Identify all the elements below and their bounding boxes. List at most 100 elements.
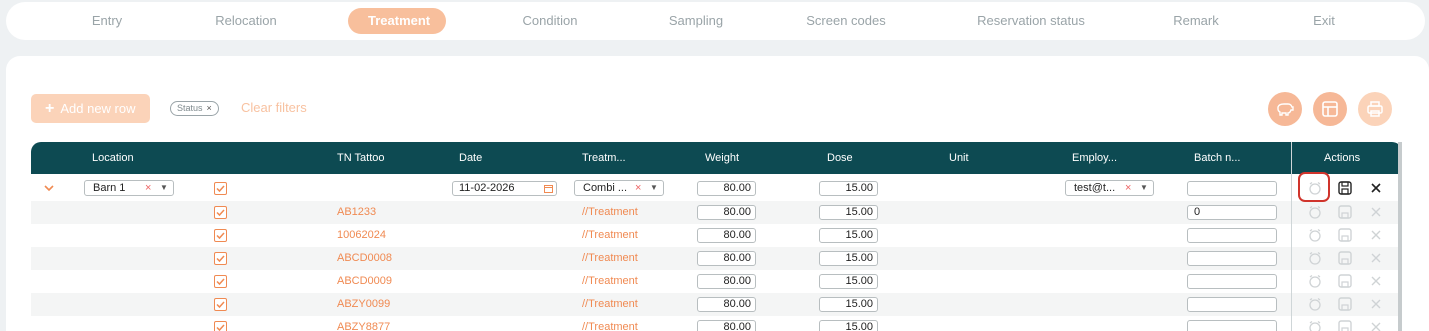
batch-input[interactable] [1187, 181, 1277, 196]
save-icon[interactable] [1338, 274, 1352, 288]
save-icon[interactable] [1338, 297, 1352, 311]
add-new-row-button[interactable]: + Add new row [31, 94, 150, 123]
close-icon[interactable] [1369, 297, 1383, 311]
close-icon[interactable] [1369, 205, 1383, 219]
table-row[interactable]: AB1233 //Treatment 80.00 15.00 0 [31, 201, 1402, 224]
close-icon[interactable] [1369, 320, 1383, 331]
treatment-link[interactable]: //Treatment [582, 270, 638, 293]
tab-reservation-status[interactable]: Reservation status [966, 8, 1096, 34]
chevron-down-icon[interactable]: ▼ [1140, 181, 1148, 195]
clear-filters-link[interactable]: Clear filters [241, 100, 307, 115]
tattoo-link[interactable]: ABCD0009 [337, 270, 392, 293]
treatment-link[interactable]: //Treatment [582, 247, 638, 270]
remove-filter-icon[interactable]: × [207, 103, 212, 113]
tattoo-link[interactable]: ABZY8877 [337, 316, 390, 331]
treatment-link[interactable]: //Treatment [582, 201, 638, 224]
vertical-scrollbar[interactable] [1398, 142, 1402, 331]
layout-button[interactable] [1313, 92, 1347, 126]
row-checkbox[interactable] [214, 206, 227, 219]
dose-input[interactable]: 15.00 [819, 205, 878, 220]
table-row[interactable]: ABZY0099 //Treatment 80.00 15.00 [31, 293, 1402, 316]
col-unit[interactable]: Unit [949, 142, 969, 174]
chevron-down-icon[interactable] [43, 182, 55, 194]
row-checkbox[interactable] [214, 229, 227, 242]
alarm-clock-icon[interactable] [1308, 274, 1322, 288]
col-treatment[interactable]: Treatm... [582, 142, 626, 174]
row-checkbox[interactable] [214, 252, 227, 265]
dose-input[interactable]: 15.00 [819, 274, 878, 289]
tab-sampling[interactable]: Sampling [656, 8, 736, 34]
close-icon[interactable] [1369, 251, 1383, 265]
row-checkbox[interactable] [214, 275, 227, 288]
alarm-clock-icon[interactable] [1308, 320, 1322, 331]
dose-input[interactable]: 15.00 [819, 181, 878, 196]
tab-condition[interactable]: Condition [510, 8, 590, 34]
alarm-clock-icon[interactable] [1308, 205, 1322, 219]
weight-input[interactable]: 80.00 [697, 181, 756, 196]
tattoo-link[interactable]: ABZY0099 [337, 293, 390, 316]
treatment-link[interactable]: //Treatment [582, 293, 638, 316]
close-icon[interactable] [1369, 181, 1383, 195]
dose-input[interactable]: 15.00 [819, 228, 878, 243]
alarm-clock-icon[interactable] [1308, 228, 1322, 242]
treatment-link[interactable]: //Treatment [582, 224, 638, 247]
clear-icon[interactable]: × [145, 181, 151, 195]
weight-input[interactable]: 80.00 [697, 205, 756, 220]
col-tn-tattoo[interactable]: TN Tattoo [337, 142, 385, 174]
dose-input[interactable]: 15.00 [819, 320, 878, 331]
pig-view-button[interactable] [1268, 92, 1302, 126]
alarm-clock-icon[interactable] [1308, 251, 1322, 265]
weight-input[interactable]: 80.00 [697, 274, 756, 289]
tattoo-link[interactable]: 10062024 [337, 224, 386, 247]
dose-input[interactable]: 15.00 [819, 297, 878, 312]
alarm-clock-icon[interactable] [1308, 297, 1322, 311]
save-icon[interactable] [1338, 251, 1352, 265]
clear-icon[interactable]: × [635, 181, 641, 195]
calendar-icon[interactable] [544, 184, 553, 193]
tab-exit[interactable]: Exit [1304, 8, 1344, 34]
weight-input[interactable]: 80.00 [697, 228, 756, 243]
save-icon[interactable] [1338, 205, 1352, 219]
save-icon[interactable] [1338, 181, 1352, 195]
table-row[interactable]: ABCD0009 //Treatment 80.00 15.00 [31, 270, 1402, 293]
weight-input[interactable]: 80.00 [697, 251, 756, 266]
tattoo-link[interactable]: AB1233 [337, 201, 376, 224]
tab-entry[interactable]: Entry [77, 8, 137, 34]
print-button[interactable] [1358, 92, 1392, 126]
table-row[interactable]: ABZY8877 //Treatment 80.00 15.00 [31, 316, 1402, 331]
chevron-down-icon[interactable]: ▼ [160, 181, 168, 195]
batch-input[interactable] [1187, 228, 1277, 243]
batch-input[interactable] [1187, 320, 1277, 331]
row-checkbox[interactable] [214, 182, 227, 195]
dose-input[interactable]: 15.00 [819, 251, 878, 266]
col-batch[interactable]: Batch n... [1194, 142, 1240, 174]
col-location[interactable]: Location [92, 142, 134, 174]
tattoo-link[interactable]: ABCD0008 [337, 247, 392, 270]
tab-relocation[interactable]: Relocation [206, 8, 286, 34]
table-row[interactable]: ABCD0008 //Treatment 80.00 15.00 [31, 247, 1402, 270]
close-icon[interactable] [1369, 228, 1383, 242]
weight-input[interactable]: 80.00 [697, 297, 756, 312]
treatment-link[interactable]: //Treatment [582, 316, 638, 331]
status-filter-chip[interactable]: Status × [170, 101, 219, 116]
clear-icon[interactable]: × [1125, 181, 1131, 195]
location-select[interactable]: Barn 1 × ▼ [84, 180, 174, 196]
batch-input[interactable] [1187, 251, 1277, 266]
close-icon[interactable] [1369, 274, 1383, 288]
tab-remark[interactable]: Remark [1166, 8, 1226, 34]
tab-screen-codes[interactable]: Screen codes [801, 8, 891, 34]
col-date[interactable]: Date [459, 142, 482, 174]
weight-input[interactable]: 80.00 [697, 320, 756, 331]
row-checkbox[interactable] [214, 321, 227, 331]
col-dose[interactable]: Dose [827, 142, 853, 174]
col-employee[interactable]: Employ... [1072, 142, 1117, 174]
batch-input[interactable] [1187, 274, 1277, 289]
table-row[interactable]: 10062024 //Treatment 80.00 15.00 [31, 224, 1402, 247]
col-weight[interactable]: Weight [705, 142, 739, 174]
batch-input[interactable]: 0 [1187, 205, 1277, 220]
tab-treatment[interactable]: Treatment [348, 8, 446, 34]
save-icon[interactable] [1338, 228, 1352, 242]
save-icon[interactable] [1338, 320, 1352, 331]
row-checkbox[interactable] [214, 298, 227, 311]
treatment-select[interactable]: Combi ... × ▼ [574, 180, 664, 196]
